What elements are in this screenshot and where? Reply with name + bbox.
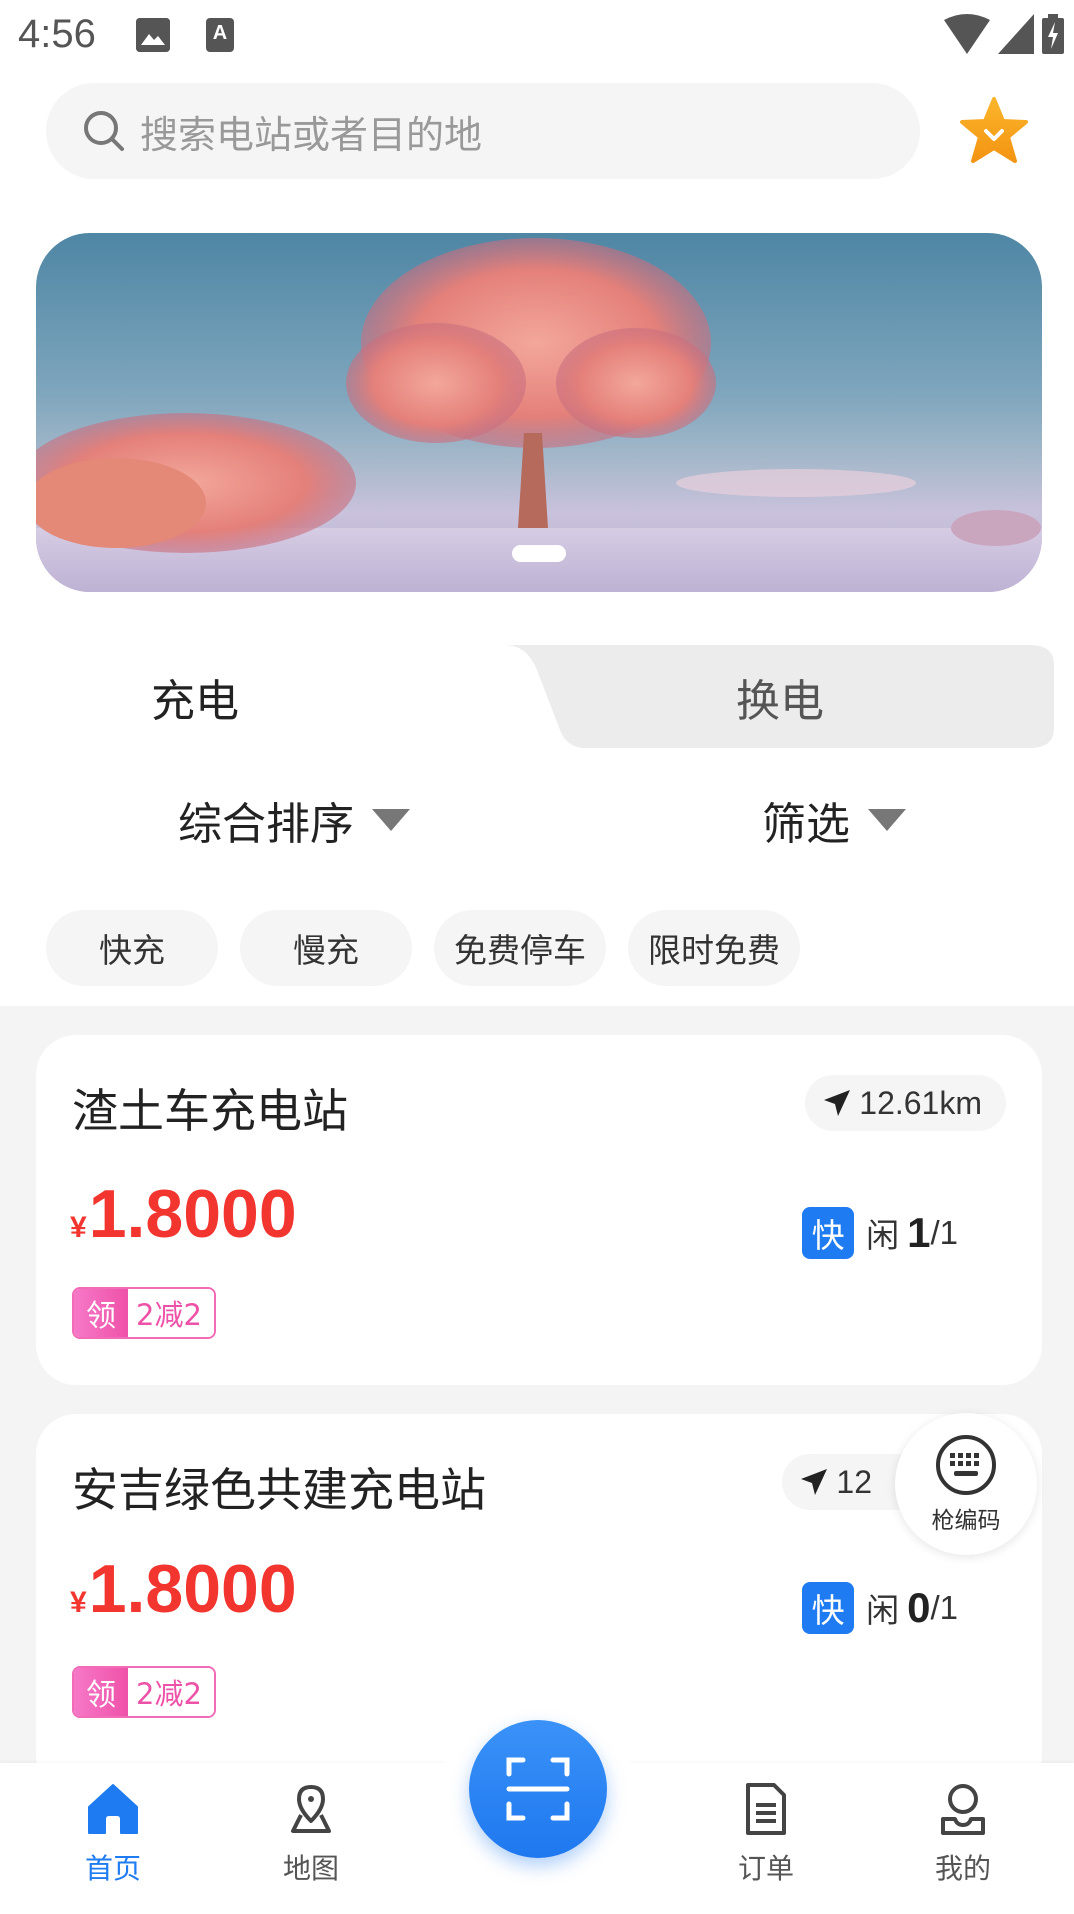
total-count: /1 (930, 1214, 958, 1251)
navigation-arrow-icon (801, 1469, 828, 1495)
chip-free-parking[interactable]: 免费停车 (434, 910, 606, 986)
price-value: 1.8000 (88, 1176, 297, 1252)
caret-down-icon (868, 809, 906, 831)
currency-symbol: ¥ (70, 1211, 87, 1244)
status-time: 4:56 (18, 12, 96, 56)
banner-carousel[interactable] (36, 233, 1042, 592)
station-name: 渣土车充电站 (72, 1084, 348, 1138)
scan-icon (506, 1757, 570, 1821)
home-icon (88, 1784, 138, 1834)
star-icon (960, 97, 1028, 163)
text-a-icon: A (206, 18, 234, 52)
nav-orders-label: 订单 (737, 1852, 794, 1885)
distance-value: 12 (836, 1463, 872, 1500)
keypad-icon (936, 1435, 996, 1495)
status-icons (944, 14, 1064, 54)
fast-charge-tag: 快 (802, 1207, 855, 1259)
fast-charge-tag: 快 (802, 1582, 855, 1634)
search-input[interactable]: 搜索电站或者目的地 (46, 83, 920, 179)
total-count: /1 (930, 1589, 958, 1626)
charger-availability: 快 闲 1 /1 (802, 1207, 958, 1259)
scan-button[interactable] (469, 1720, 607, 1858)
chip-slow-charge[interactable]: 慢充 (240, 910, 412, 986)
nav-mine[interactable]: 我的 (893, 1781, 1033, 1887)
banner-image (36, 238, 1042, 592)
tab-charging[interactable]: 充电 (0, 645, 600, 748)
document-icon (746, 1783, 786, 1835)
wifi-icon (944, 14, 990, 54)
favorites-button[interactable] (958, 95, 1030, 167)
user-icon (941, 1784, 985, 1835)
price: ¥ 1.8000 (70, 1175, 297, 1253)
charger-availability: 快 闲 0 /1 (802, 1582, 958, 1634)
sort-dropdown[interactable]: 综合排序 (178, 780, 410, 860)
sort-label: 综合排序 (178, 799, 354, 850)
cell-signal-icon (998, 14, 1034, 54)
idle-count: 1 (907, 1209, 931, 1256)
distance-badge[interactable]: 12.61km (805, 1075, 1006, 1131)
coupon-badge[interactable]: 领 2减2 (72, 1287, 216, 1339)
station-name: 安吉绿色共建充电站 (72, 1463, 486, 1517)
gun-code-button[interactable]: 枪编码 (895, 1413, 1037, 1555)
service-tabs: 充电 换电 (0, 645, 1074, 748)
coupon-text: 2减2 (128, 1668, 214, 1716)
status-bar: 4:56 A (0, 0, 1074, 72)
battery-charging-icon (1042, 14, 1064, 54)
search-placeholder: 搜索电站或者目的地 (140, 112, 483, 157)
sort-row: 综合排序 筛选 (0, 780, 1074, 860)
nav-home-label: 首页 (84, 1852, 141, 1885)
coupon-badge[interactable]: 领 2减2 (72, 1666, 216, 1718)
price: ¥ 1.8000 (70, 1550, 297, 1628)
tab-charging-label: 充电 (151, 675, 239, 727)
idle-label: 闲 (866, 1216, 900, 1255)
coupon-tag: 领 (74, 1289, 128, 1337)
coupon-tag: 领 (74, 1668, 128, 1716)
nav-map[interactable]: 地图 (241, 1781, 381, 1887)
image-icon (136, 18, 170, 52)
filter-dropdown[interactable]: 筛选 (762, 780, 906, 860)
nav-orders[interactable]: 订单 (696, 1781, 836, 1887)
map-pin-icon (291, 1785, 331, 1833)
coupon-text: 2减2 (128, 1289, 214, 1337)
nav-map-label: 地图 (282, 1852, 339, 1885)
carousel-indicator (512, 545, 566, 562)
filter-chips: 快充 慢充 免费停车 限时免费 (46, 910, 800, 986)
chip-limited-free[interactable]: 限时免费 (628, 910, 800, 986)
caret-down-icon (372, 809, 410, 831)
station-card[interactable]: 渣土车充电站 12.61km ¥ 1.8000 快 闲 1 /1 领 2减2 (36, 1035, 1042, 1385)
idle-label: 闲 (866, 1591, 900, 1630)
tab-battery-swap[interactable]: 换电 (560, 645, 1000, 748)
gun-code-label: 枪编码 (931, 1508, 1001, 1534)
filter-label: 筛选 (762, 799, 850, 850)
chip-fast-charge[interactable]: 快充 (46, 910, 218, 986)
tab-battery-swap-label: 换电 (736, 675, 824, 727)
idle-count: 0 (907, 1584, 931, 1631)
search-icon (84, 111, 124, 151)
price-value: 1.8000 (88, 1551, 297, 1627)
nav-mine-label: 我的 (934, 1852, 991, 1885)
distance-value: 12.61km (859, 1084, 982, 1121)
navigation-arrow-icon (824, 1090, 851, 1116)
nav-home[interactable]: 首页 (43, 1781, 183, 1887)
currency-symbol: ¥ (70, 1586, 87, 1619)
